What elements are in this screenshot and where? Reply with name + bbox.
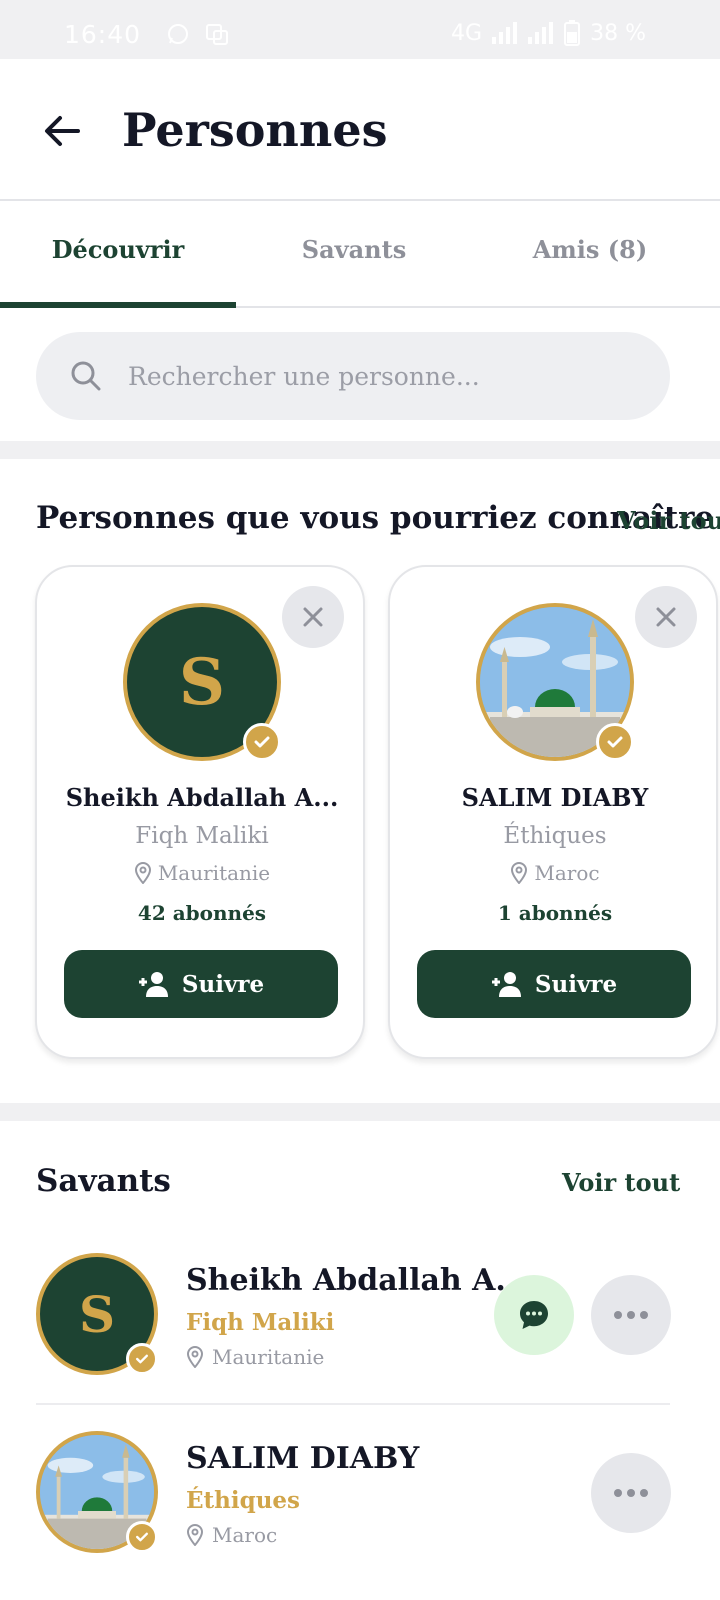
network-label: 4G	[451, 20, 483, 46]
suggestions-see-all-link[interactable]: Voir tout	[617, 506, 720, 535]
followers-count: 42 abonnés	[137, 901, 267, 925]
signal-icon	[492, 22, 518, 44]
scholar-specialty: Éthiques	[186, 1487, 301, 1514]
location-label: Maroc	[212, 1523, 278, 1547]
app-bar: Personnes	[0, 59, 720, 201]
search-input[interactable]	[128, 332, 648, 420]
suggestion-card[interactable]: SALIM DIABY Éthiques Maroc 1 abonnés Sui…	[388, 565, 718, 1059]
avatar[interactable]	[476, 603, 634, 761]
scholar-location: Maroc	[186, 1523, 277, 1547]
tab-friends[interactable]: Amis (8)	[472, 235, 708, 264]
tab-bar: Découvrir Savants Amis (8)	[0, 201, 720, 308]
tab-indicator	[0, 302, 236, 308]
translate-icon	[206, 24, 228, 45]
signal-icon-2	[528, 22, 554, 44]
location-pin-icon	[186, 1524, 204, 1546]
back-arrow-icon[interactable]	[40, 109, 84, 153]
status-time: 16:40	[64, 20, 142, 49]
suggestions-title: Personnes que vous pourriez connaître	[36, 500, 715, 536]
status-bar: 16:40 4G 38 %	[0, 0, 720, 59]
person-location: Mauritanie	[47, 861, 357, 885]
scholar-row[interactable]: S Sheikh Abdallah A... Fiqh Maliki Mauri…	[36, 1253, 671, 1431]
follow-label: Suivre	[534, 970, 618, 998]
scholars-see-all-link[interactable]: Voir tout	[562, 1168, 680, 1197]
whatsapp-icon	[168, 24, 188, 44]
chat-bubble-icon	[520, 1301, 548, 1329]
more-options-button[interactable]	[591, 1453, 671, 1533]
person-name[interactable]: SALIM DIABY	[400, 783, 710, 812]
location-label: Mauritanie	[157, 861, 271, 885]
tab-discover[interactable]: Découvrir	[0, 235, 236, 264]
avatar[interactable]	[36, 1431, 158, 1553]
verified-badge-icon	[596, 723, 634, 761]
search-bar	[36, 332, 670, 420]
verified-badge-icon	[243, 723, 281, 761]
location-pin-icon	[186, 1346, 204, 1368]
location-pin-icon	[134, 862, 151, 884]
battery-label: 38 %	[590, 20, 646, 46]
location-label: Mauritanie	[212, 1345, 325, 1369]
location-pin-icon	[511, 862, 528, 884]
dismiss-button[interactable]	[282, 586, 344, 648]
scholar-name[interactable]: SALIM DIABY	[186, 1441, 419, 1476]
avatar[interactable]: S	[36, 1253, 158, 1375]
add-user-icon	[491, 972, 521, 997]
avatar-initial: S	[78, 1284, 116, 1344]
message-button[interactable]	[494, 1275, 574, 1355]
avatar-initial: S	[178, 644, 226, 720]
person-name[interactable]: Sheikh Abdallah A...	[47, 783, 357, 812]
search-icon	[71, 361, 101, 391]
page-title: Personnes	[122, 103, 388, 157]
location-label: Maroc	[534, 861, 600, 885]
verified-badge-icon	[126, 1521, 158, 1553]
more-horizontal-icon	[614, 1489, 648, 1497]
scholars-title: Savants	[36, 1163, 171, 1199]
scholar-location: Mauritanie	[186, 1345, 324, 1369]
verified-badge-icon	[126, 1343, 158, 1375]
scholar-name[interactable]: Sheikh Abdallah A...	[186, 1263, 527, 1298]
follow-button[interactable]: Suivre	[64, 950, 338, 1018]
person-specialty: Fiqh Maliki	[135, 823, 269, 849]
suggestion-card[interactable]: S Sheikh Abdallah A... Fiqh Maliki Mauri…	[35, 565, 365, 1059]
close-icon	[303, 607, 323, 627]
person-location: Maroc	[400, 861, 710, 885]
battery-icon	[564, 20, 581, 46]
status-right: 4G 38 %	[451, 20, 646, 46]
add-user-icon	[138, 972, 168, 997]
follow-button[interactable]: Suivre	[417, 950, 691, 1018]
section-separator	[0, 441, 720, 459]
row-divider	[36, 1403, 670, 1405]
section-separator	[0, 1103, 720, 1121]
close-icon	[656, 607, 676, 627]
avatar[interactable]: S	[123, 603, 281, 761]
scholar-row[interactable]: SALIM DIABY Éthiques Maroc	[36, 1431, 671, 1600]
tab-scholars[interactable]: Savants	[236, 235, 472, 264]
followers-count: 1 abonnés	[497, 901, 613, 925]
follow-label: Suivre	[181, 970, 265, 998]
dismiss-button[interactable]	[635, 586, 697, 648]
scholar-specialty: Fiqh Maliki	[186, 1309, 335, 1336]
person-specialty: Éthiques	[503, 823, 607, 849]
more-options-button[interactable]	[591, 1275, 671, 1355]
more-horizontal-icon	[614, 1311, 648, 1319]
